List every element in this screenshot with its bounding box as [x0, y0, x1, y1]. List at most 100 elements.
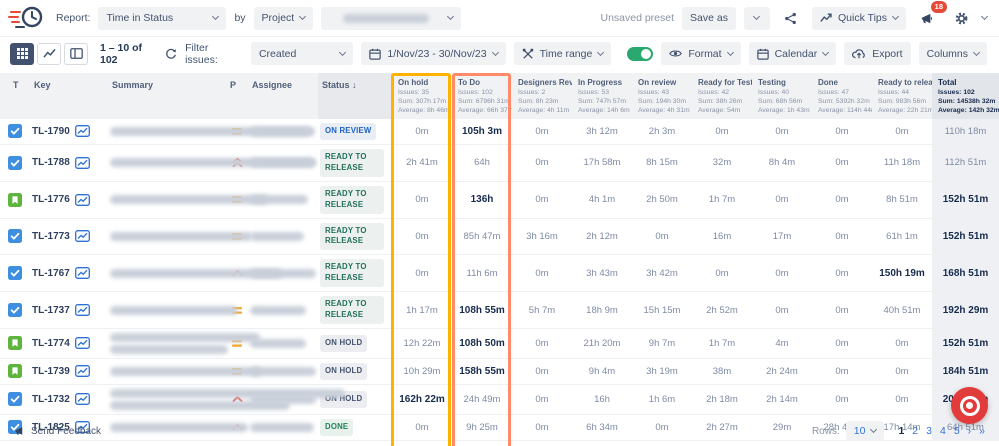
issue-key-link[interactable]: TL-1774 — [32, 338, 70, 349]
rows-per-page-select[interactable]: 10 — [846, 421, 885, 441]
issue-key-link[interactable]: TL-1767 — [32, 268, 70, 279]
page-number-5[interactable]: 5 — [954, 425, 960, 437]
filter-issues-label: Filter issues: — [185, 42, 243, 66]
issue-type-cell — [0, 292, 30, 328]
issue-chart-icon[interactable] — [75, 267, 90, 279]
column-header-testing[interactable]: TestingIssues: 40Sum: 68h 56mAverage: 1h… — [752, 73, 812, 119]
time-range-select[interactable]: Time range — [514, 42, 612, 65]
column-header-to-do[interactable]: To DoIssues: 102Sum: 6796h 31mAverage: 6… — [452, 73, 512, 119]
column-header-status[interactable]: Status ↓ — [318, 73, 392, 119]
issue-type-cell — [0, 255, 30, 291]
time-cell-testing: 0m — [752, 182, 812, 218]
export-button[interactable]: Export — [844, 42, 910, 65]
column-header-priority[interactable]: P — [226, 73, 248, 119]
trend-arrow-icon — [820, 12, 832, 24]
columns-button[interactable]: Columns — [919, 42, 987, 65]
whats-new-button[interactable]: 18 — [914, 7, 940, 30]
issue-chart-icon[interactable] — [75, 393, 90, 405]
report-type-select[interactable]: Time in Status — [98, 7, 226, 30]
column-header-designers-review[interactable]: Designers ReviewIssues: 2Sum: 8h 23mAver… — [512, 73, 572, 119]
issue-key-link[interactable]: TL-1773 — [32, 231, 70, 242]
summary-redacted — [110, 345, 228, 354]
group-by-select[interactable]: Project — [254, 7, 314, 30]
chevron-down-icon[interactable] — [981, 13, 988, 20]
filter-issues-select[interactable]: Created — [251, 42, 353, 65]
time-cell-on-hold: 162h 22m — [392, 385, 452, 414]
issue-chart-icon[interactable] — [75, 304, 90, 316]
time-cell-total: 152h 51m — [932, 182, 999, 218]
issue-chart-icon[interactable] — [75, 194, 90, 206]
time-cell-on-review: 2h 50m — [632, 182, 692, 218]
issue-key-link[interactable]: TL-1790 — [32, 126, 70, 137]
summary-redacted — [110, 195, 268, 204]
assignee-cell — [248, 359, 318, 384]
quick-tips-button[interactable]: Quick Tips — [812, 7, 906, 30]
page-number-1[interactable]: 1 — [898, 425, 904, 437]
last-page-button[interactable]: » — [979, 425, 985, 437]
time-cell-designers-review: 0m — [512, 182, 572, 218]
time-cell-done: 0m — [812, 359, 872, 384]
save-as-button[interactable]: Save as — [682, 7, 736, 30]
settings-button[interactable] — [948, 7, 974, 30]
issue-key-link[interactable]: TL-1776 — [32, 194, 70, 205]
issue-chart-icon[interactable] — [75, 125, 90, 137]
issue-type-cell — [0, 182, 30, 218]
next-page-button[interactable]: › — [968, 425, 972, 437]
calendar-button[interactable]: Calendar — [749, 42, 837, 65]
time-cell-to-do: 108h 50m — [452, 329, 512, 358]
time-cell-on-review: 9h 7m — [632, 329, 692, 358]
share-button[interactable] — [778, 7, 804, 30]
table-row: TL-1788READY TO RELEASE2h 41m64h0m17h 58… — [0, 145, 999, 182]
column-header-total[interactable]: TotalIssues: 102Sum: 14538h 32mAverage: … — [932, 73, 999, 119]
assignee-redacted — [250, 306, 306, 315]
column-header-done[interactable]: DoneIssues: 47Sum: 5392h 32mAverage: 114… — [812, 73, 872, 119]
issue-chart-icon[interactable] — [75, 365, 90, 377]
issue-key-cell: TL-1790 — [30, 119, 108, 144]
refresh-icon[interactable] — [165, 48, 177, 60]
save-options-button[interactable] — [744, 7, 770, 30]
issue-chart-icon[interactable] — [75, 230, 90, 242]
issue-key-link[interactable]: TL-1732 — [32, 394, 70, 405]
issue-key-link[interactable]: TL-1737 — [32, 305, 70, 316]
issue-type-cell — [0, 145, 30, 181]
date-range-select[interactable]: 1/Nov/23 - 30/Nov/23 — [361, 42, 505, 65]
assignee-cell — [248, 255, 318, 291]
status-badge: READY TO RELEASE — [320, 259, 384, 287]
column-header-type[interactable]: T — [0, 73, 30, 119]
column-header-on-hold[interactable]: On holdIssues: 35Sum: 307h 17mAverage: 8… — [392, 73, 452, 119]
chart-view-button[interactable] — [37, 43, 61, 65]
column-header-assignee[interactable]: Assignee — [248, 73, 318, 119]
page-number-4[interactable]: 4 — [940, 425, 946, 437]
time-cell-designers-review: 5h 7m — [512, 292, 572, 328]
column-header-key[interactable]: Key — [30, 73, 108, 119]
page-number-2[interactable]: 2 — [912, 425, 918, 437]
time-cell-designers-review: 0m — [512, 329, 572, 358]
chevron-down-icon — [212, 13, 219, 20]
issue-key-link[interactable]: TL-1739 — [32, 366, 70, 377]
time-cell-testing: 0m — [752, 255, 812, 291]
board-view-button[interactable] — [64, 43, 88, 65]
issue-chart-icon[interactable] — [75, 337, 90, 349]
format-button[interactable]: Format — [661, 42, 740, 65]
issue-chart-icon[interactable] — [75, 157, 90, 169]
column-header-ready-to-release[interactable]: Ready to releaseIssues: 44Sum: 983h 56mA… — [872, 73, 932, 119]
column-header-summary[interactable]: Summary — [108, 73, 226, 119]
column-header-ready-for-testing[interactable]: Ready for TestingIssues: 42Sum: 38h 26mA… — [692, 73, 752, 119]
project-select[interactable] — [321, 7, 461, 30]
screen-recorder-widget[interactable] — [951, 387, 988, 424]
time-cell-ready-for-testing: 16m — [692, 219, 752, 255]
column-header-on-review[interactable]: On reviewIssues: 43Sum: 194h 30mAverage:… — [632, 73, 692, 119]
by-label: by — [234, 12, 245, 24]
highlight-toggle[interactable] — [627, 47, 653, 61]
time-cell-ready-to-release: 8h 51m — [872, 182, 932, 218]
column-header-in-progress[interactable]: In ProgressIssues: 53Sum: 747h 57mAverag… — [572, 73, 632, 119]
send-feedback-button[interactable]: Send Feedback — [14, 425, 101, 437]
time-cell-on-hold: 0m — [392, 255, 452, 291]
time-cell-designers-review: 0m — [512, 255, 572, 291]
time-cell-to-do: 158h 55m — [452, 359, 512, 384]
grid-view-button[interactable] — [10, 43, 34, 65]
page-number-3[interactable]: 3 — [926, 425, 932, 437]
project-name-redacted — [343, 14, 429, 23]
issue-key-cell: TL-1774 — [30, 329, 108, 358]
issue-key-link[interactable]: TL-1788 — [32, 157, 70, 168]
